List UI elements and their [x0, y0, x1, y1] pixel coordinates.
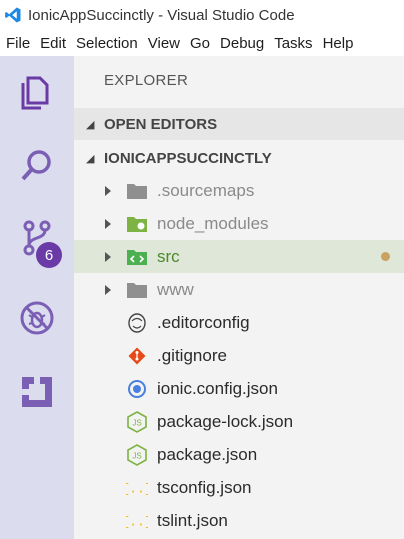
window-title: IonicAppSuccinctly - Visual Studio Code [28, 6, 295, 24]
node-folder-icon [126, 213, 148, 235]
title-bar: IonicAppSuccinctly - Visual Studio Code [0, 0, 404, 30]
tree-item-label: tslint.json [157, 510, 228, 530]
menu-tasks[interactable]: Tasks [270, 35, 316, 52]
editorconfig-icon [126, 312, 148, 334]
tree-item-package-lock[interactable]: JS package-lock.json [74, 405, 404, 438]
chevron-right-icon [104, 284, 114, 296]
tree-item-editorconfig[interactable]: .editorconfig [74, 306, 404, 339]
svg-text:{..}: {..} [126, 481, 148, 496]
search-icon [21, 150, 51, 181]
menu-file[interactable]: File [2, 35, 34, 52]
tree-item-label: .editorconfig [157, 312, 250, 332]
debug-icon [20, 301, 54, 335]
activity-search[interactable] [0, 134, 74, 198]
tree-item-label: node_modules [157, 213, 269, 233]
activity-debug[interactable] [0, 286, 74, 350]
tree-item-tsconfig[interactable]: {..} tsconfig.json [74, 471, 404, 504]
chevron-right-icon [104, 185, 114, 197]
tree-item-tslint[interactable]: {..} tslint.json [74, 504, 404, 537]
vscode-icon [5, 7, 21, 23]
tree-item-sourcemaps[interactable]: .sourcemaps [74, 174, 404, 207]
activity-bar: 6 [0, 56, 74, 539]
modified-indicator [381, 252, 390, 261]
folder-icon [126, 180, 148, 202]
tree-item-label: .gitignore [157, 345, 227, 365]
nodejs-icon: JS [126, 443, 148, 466]
tree-item-label: ionic.config.json [157, 378, 278, 398]
tree-item-gitignore[interactable]: .gitignore [74, 339, 404, 372]
chevron-right-icon [104, 251, 114, 263]
menu-selection[interactable]: Selection [72, 35, 142, 52]
nodejs-icon: JS [126, 410, 148, 433]
tree-item-label: .sourcemaps [157, 180, 255, 200]
folder-icon [126, 279, 148, 301]
activity-explorer[interactable] [0, 60, 74, 124]
svg-text:{..}: {..} [126, 514, 148, 529]
ionic-icon [126, 378, 148, 400]
menu-bar: File Edit Selection View Go Debug Tasks … [0, 30, 404, 56]
svg-text:JS: JS [132, 451, 141, 460]
tree-item-ionic-config[interactable]: ionic.config.json [74, 372, 404, 405]
scm-badge: 6 [36, 242, 62, 268]
section-open-editors[interactable]: ◢ OPEN EDITORS [74, 108, 404, 140]
tree-item-node-modules[interactable]: node_modules [74, 207, 404, 240]
tree-item-label: tsconfig.json [157, 477, 252, 497]
git-icon [126, 345, 148, 367]
section-project[interactable]: ◢ IONICAPPSUCCINCTLY [74, 142, 404, 174]
src-folder-icon [126, 246, 148, 268]
menu-view[interactable]: View [144, 35, 184, 52]
svg-text:JS: JS [132, 418, 141, 427]
section-project-label: IONICAPPSUCCINCTLY [104, 149, 272, 167]
json-icon: {..} [126, 477, 148, 499]
menu-debug[interactable]: Debug [216, 35, 268, 52]
menu-go[interactable]: Go [186, 35, 214, 52]
tree-item-label: package.json [157, 444, 258, 464]
tree-item-label: package-lock.json [157, 411, 294, 431]
tree-item-package[interactable]: JS package.json [74, 438, 404, 471]
menu-help[interactable]: Help [319, 35, 358, 52]
chevron-down-icon: ◢ [86, 152, 95, 165]
tree-item-label: www [157, 279, 194, 299]
explorer-title: EXPLORER [104, 72, 189, 89]
tree-item-label: src [157, 246, 180, 266]
chevron-down-icon: ◢ [86, 118, 95, 131]
section-open-editors-label: OPEN EDITORS [104, 115, 218, 133]
explorer-icon [21, 76, 49, 110]
explorer-sidebar: EXPLORER ◢ OPEN EDITORS ◢ IONICAPPSUCCIN… [74, 56, 404, 539]
json-icon: {..} [126, 510, 148, 532]
activity-extensions[interactable] [0, 360, 74, 424]
tree-item-www[interactable]: www [74, 273, 404, 306]
extensions-icon [22, 377, 52, 407]
menu-edit[interactable]: Edit [36, 35, 70, 52]
chevron-right-icon [104, 218, 114, 230]
tree-item-src[interactable]: src [74, 240, 404, 273]
